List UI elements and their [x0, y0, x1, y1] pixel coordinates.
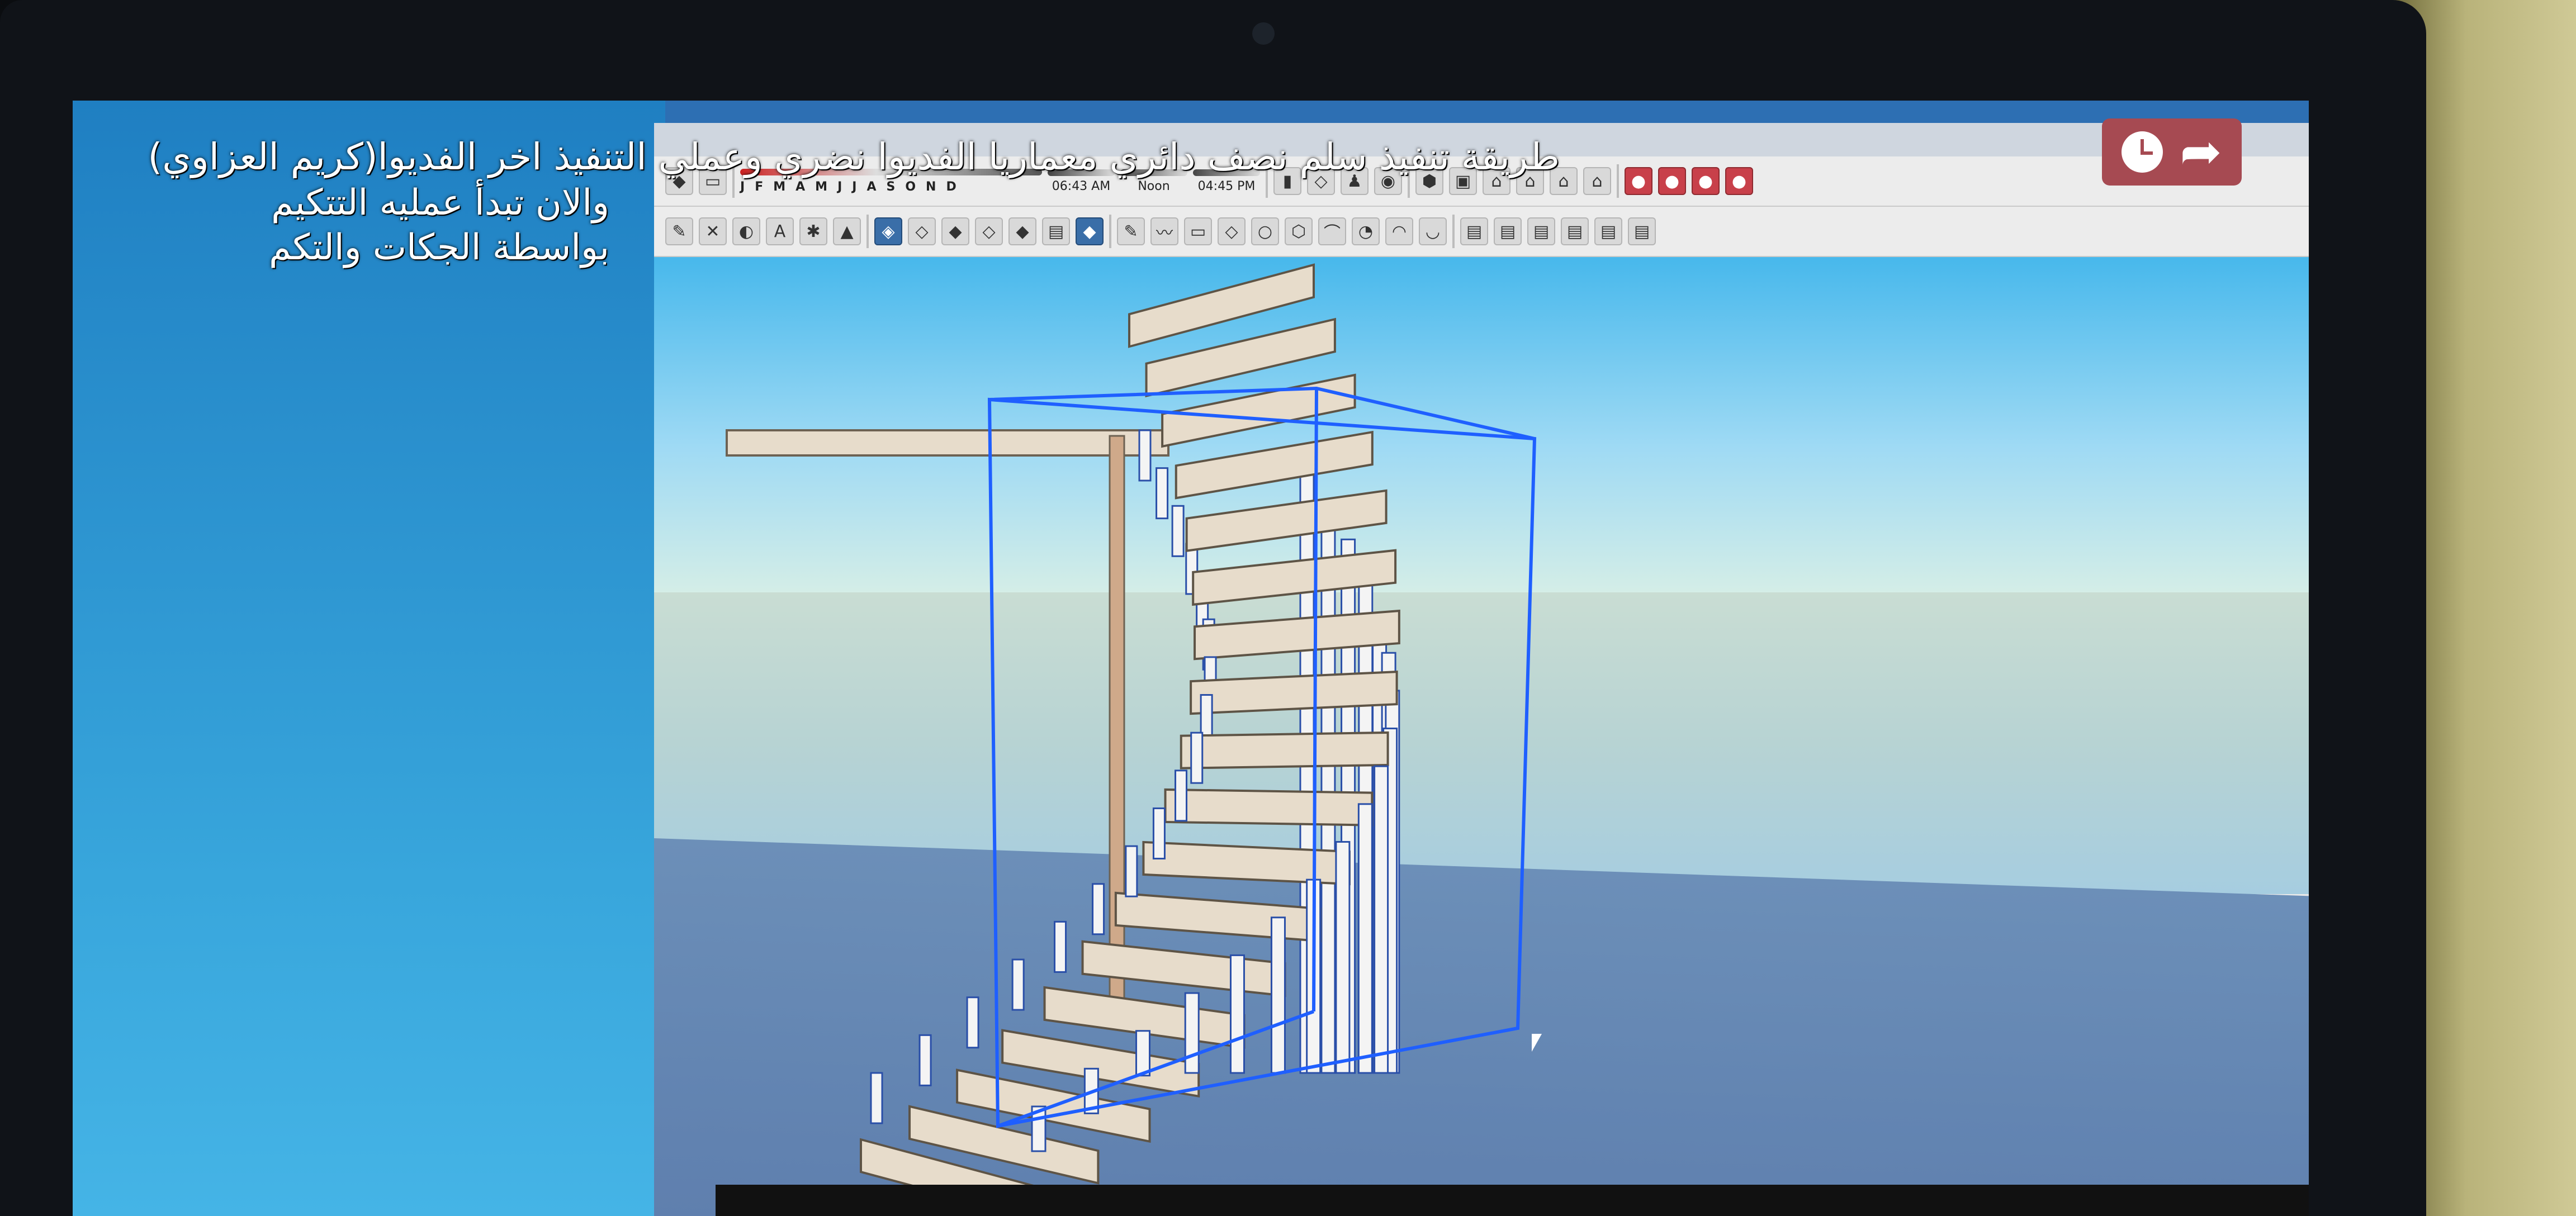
stair-step — [1164, 788, 1374, 826]
support-post — [1374, 765, 1389, 1074]
toolbar-separator — [1617, 164, 1619, 198]
ruby-plugin-icon[interactable]: ● — [1658, 167, 1686, 195]
jack-post — [1138, 429, 1152, 482]
support-post — [1335, 840, 1351, 1074]
stair-step — [1180, 731, 1389, 770]
jack-post — [1175, 770, 1188, 822]
ruby-plugin-icon[interactable]: ● — [1692, 167, 1720, 195]
video-title-overlay: طريقة تنفيذ سلم نصف دائري معماريا الفديو… — [106, 134, 1560, 270]
share-arrow-icon[interactable]: ➦ — [2180, 127, 2222, 177]
solid-outer-shell-icon[interactable]: ▤ — [1628, 217, 1656, 245]
center-post — [1109, 435, 1125, 1024]
jack-post — [1125, 845, 1138, 897]
support-post — [1270, 916, 1286, 1074]
jack-post — [1011, 958, 1025, 1011]
jack-post — [870, 1072, 883, 1124]
mouse-cursor-icon — [1532, 1034, 1542, 1052]
jack-post — [1054, 920, 1067, 973]
ruby-plugin-icon[interactable]: ● — [1625, 167, 1652, 195]
solid-split-icon[interactable]: ▤ — [1594, 217, 1622, 245]
support-post — [1184, 992, 1200, 1074]
sketchup-window: ◆ ▭ J F M A M J J A S O N D 06:43 AM Noo… — [654, 123, 2309, 1216]
jack-post — [1190, 732, 1204, 784]
solid-trim-icon[interactable]: ▤ — [1561, 217, 1589, 245]
video-caption-line: والان تبدأ عمليه التتكيم — [271, 182, 609, 224]
jack-post — [1171, 505, 1185, 557]
os-taskbar — [716, 1185, 2309, 1216]
stair-step — [1114, 891, 1322, 943]
support-post — [1357, 803, 1373, 1074]
ruby-plugin-icon[interactable]: ● — [1725, 167, 1753, 195]
watch-later-share-buttons[interactable]: ➦ — [2102, 118, 2242, 186]
jack-post — [1156, 467, 1169, 520]
clock-icon[interactable] — [2122, 131, 2163, 173]
stair-steps — [726, 263, 1400, 1216]
webcam — [1252, 22, 1275, 45]
laptop-screen: ◆ ▭ J F M A M J J A S O N D 06:43 AM Noo… — [73, 101, 2309, 1216]
stair-step — [1185, 489, 1388, 552]
video-caption-line: بواسطة الجكات والتكم — [269, 226, 609, 268]
jack-post — [1092, 883, 1105, 935]
left-view-icon[interactable]: ⌂ — [1583, 167, 1611, 195]
jack-post — [966, 996, 979, 1049]
stair-model[interactable] — [654, 257, 2309, 1216]
3d-viewport[interactable] — [654, 257, 2309, 1216]
support-post — [1229, 954, 1245, 1074]
stair-step — [1175, 430, 1374, 500]
support-post — [1135, 1030, 1151, 1077]
jack-post — [918, 1034, 932, 1086]
stair-step — [1142, 840, 1351, 886]
jack-post — [1152, 807, 1166, 859]
video-title: طريقة تنفيذ سلم نصف دائري معماريا الفديو… — [148, 135, 1560, 178]
landing-beam — [726, 429, 1169, 457]
